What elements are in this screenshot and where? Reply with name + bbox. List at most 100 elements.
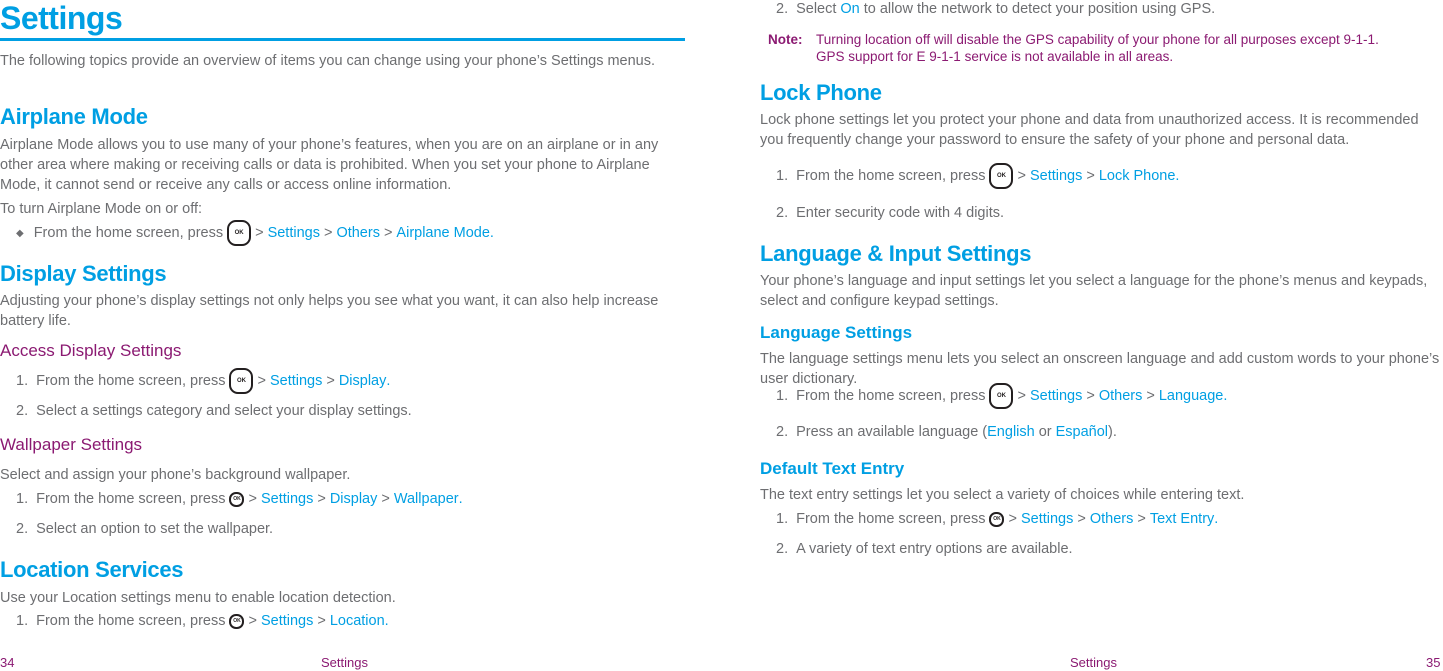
step-number: 1. xyxy=(16,613,29,629)
path-others-link[interactable]: Others xyxy=(1090,511,1134,527)
note-label: Note: xyxy=(768,32,803,47)
wallpaper-settings-body: Select and assign your phone’s backgroun… xyxy=(0,467,351,483)
ok-key-icon: OK xyxy=(227,220,252,246)
step-number: 1. xyxy=(16,373,29,389)
path-separator: > xyxy=(1077,511,1086,527)
path-settings-link[interactable]: Settings xyxy=(1021,511,1073,527)
step-number: 2. xyxy=(16,521,29,537)
path-separator: > xyxy=(1146,388,1155,404)
path-settings-link[interactable]: Settings xyxy=(1030,388,1082,404)
page-number: 35 xyxy=(1426,655,1441,670)
period: . xyxy=(1175,168,1180,184)
page-title: Settings xyxy=(0,0,123,36)
path-others-link[interactable]: Others xyxy=(1099,388,1143,404)
path-separator: > xyxy=(326,373,335,389)
path-separator: > xyxy=(383,225,393,241)
note-line-1: Turning location off will disable the GP… xyxy=(816,32,1379,47)
text-entry-step-1: 1. From the home screen, press OK > Sett… xyxy=(776,509,1218,529)
period: . xyxy=(1214,511,1219,527)
intro-text: The following topics provide an overview… xyxy=(0,53,656,69)
default-text-entry-heading: Default Text Entry xyxy=(760,459,905,478)
ok-key-icon: OK xyxy=(989,383,1014,409)
step-number: 2. xyxy=(776,1,789,17)
lock-phone-heading: Lock Phone xyxy=(760,80,882,105)
period: . xyxy=(458,491,463,507)
display-settings-body: Adjusting your phone’s display settings … xyxy=(0,293,659,329)
ok-key-icon: OK xyxy=(229,613,245,629)
path-separator: > xyxy=(1008,511,1017,527)
path-airplane-mode-link[interactable]: Airplane Mode xyxy=(396,225,490,241)
step-text: From the home screen, press xyxy=(796,511,986,527)
step-text: to allow the network to detect your posi… xyxy=(863,1,1216,17)
ok-key-icon: OK xyxy=(229,368,254,394)
ok-key-icon: OK xyxy=(989,511,1005,527)
lock-phone-step-2: 2. Enter security code with 4 digits. xyxy=(776,203,1004,223)
lock-phone-step-1: 1. From the home screen, press OK > Sett… xyxy=(776,162,1179,190)
path-separator: > xyxy=(255,225,264,241)
airplane-mode-body: Airplane Mode allows you to use many of … xyxy=(0,137,659,193)
location-step-2: 2. Select On to allow the network to det… xyxy=(776,0,1215,18)
path-settings-link[interactable]: Settings xyxy=(270,373,322,389)
step-text: ). xyxy=(1108,424,1117,440)
right-page: 2. Select On to allow the network to det… xyxy=(760,0,1443,671)
path-separator: > xyxy=(248,613,257,629)
period: . xyxy=(386,373,391,389)
path-text-entry-link[interactable]: Text Entry xyxy=(1150,511,1214,527)
path-settings-link[interactable]: Settings xyxy=(1030,168,1082,184)
path-settings-link[interactable]: Settings xyxy=(268,225,320,241)
path-separator: > xyxy=(257,373,266,389)
step-text: Select a settings category and select yo… xyxy=(36,403,412,419)
period: . xyxy=(1223,388,1228,404)
language-input-heading: Language & Input Settings xyxy=(760,241,1032,266)
path-separator: > xyxy=(248,491,257,507)
path-others-link[interactable]: Others xyxy=(336,225,380,241)
path-lock-phone-link[interactable]: Lock Phone xyxy=(1099,168,1176,184)
step-text: A variety of text entry options are avai… xyxy=(796,541,1073,557)
step-number: 1. xyxy=(776,388,789,404)
location-services-body: Use your Location settings menu to enabl… xyxy=(0,590,396,606)
step-text: From the home screen, press xyxy=(36,613,226,629)
step-number: 2. xyxy=(776,205,789,221)
path-language-link[interactable]: Language xyxy=(1159,388,1224,404)
step-text: From the home screen, press xyxy=(796,388,986,404)
access-display-step-1: 1. From the home screen, press OK > Sett… xyxy=(16,367,390,395)
display-settings-heading: Display Settings xyxy=(0,261,167,286)
path-separator: > xyxy=(1017,168,1026,184)
step-number: 2. xyxy=(16,403,29,419)
text-entry-step-2: 2. A variety of text entry options are a… xyxy=(776,539,1073,559)
path-separator: > xyxy=(317,491,326,507)
access-display-heading: Access Display Settings xyxy=(0,341,182,360)
language-input-body: Your phone’s language and input settings… xyxy=(760,273,1428,309)
ok-key-icon: OK xyxy=(229,491,245,507)
espanol-option-link[interactable]: Español xyxy=(1056,424,1108,440)
step-number: 1. xyxy=(776,511,789,527)
step-text: From the home screen, press xyxy=(36,373,226,389)
step-text: From the home screen, press xyxy=(796,168,986,184)
path-separator: > xyxy=(1137,511,1146,527)
access-display-step-2: 2. Select a settings category and select… xyxy=(16,401,412,421)
wallpaper-step-1: 1. From the home screen, press OK > Sett… xyxy=(16,489,463,509)
path-settings-link[interactable]: Settings xyxy=(261,613,313,629)
step-text: From the home screen, press xyxy=(33,225,224,241)
step-text: Select an option to set the wallpaper. xyxy=(36,521,274,537)
path-separator: > xyxy=(1017,388,1026,404)
step-text: From the home screen, press xyxy=(36,491,226,507)
default-text-entry-body: The text entry settings let you select a… xyxy=(760,487,1245,503)
step-text: Select xyxy=(796,1,837,17)
title-rule xyxy=(0,38,685,41)
path-location-link[interactable]: Location xyxy=(330,613,385,629)
path-wallpaper-link[interactable]: Wallpaper xyxy=(394,491,459,507)
footer-section: Settings xyxy=(1070,655,1117,670)
page-number: 34 xyxy=(0,655,15,670)
path-separator: > xyxy=(1086,168,1095,184)
path-display-link[interactable]: Display xyxy=(330,491,378,507)
airplane-mode-lead: To turn Airplane Mode on or off: xyxy=(0,201,203,217)
period: . xyxy=(384,613,389,629)
on-option-link[interactable]: On xyxy=(840,1,859,17)
step-number: 2. xyxy=(776,541,789,557)
path-separator: > xyxy=(1086,388,1095,404)
english-option-link[interactable]: English xyxy=(987,424,1035,440)
step-number: 1. xyxy=(776,168,789,184)
path-settings-link[interactable]: Settings xyxy=(261,491,313,507)
path-display-link[interactable]: Display xyxy=(339,373,387,389)
